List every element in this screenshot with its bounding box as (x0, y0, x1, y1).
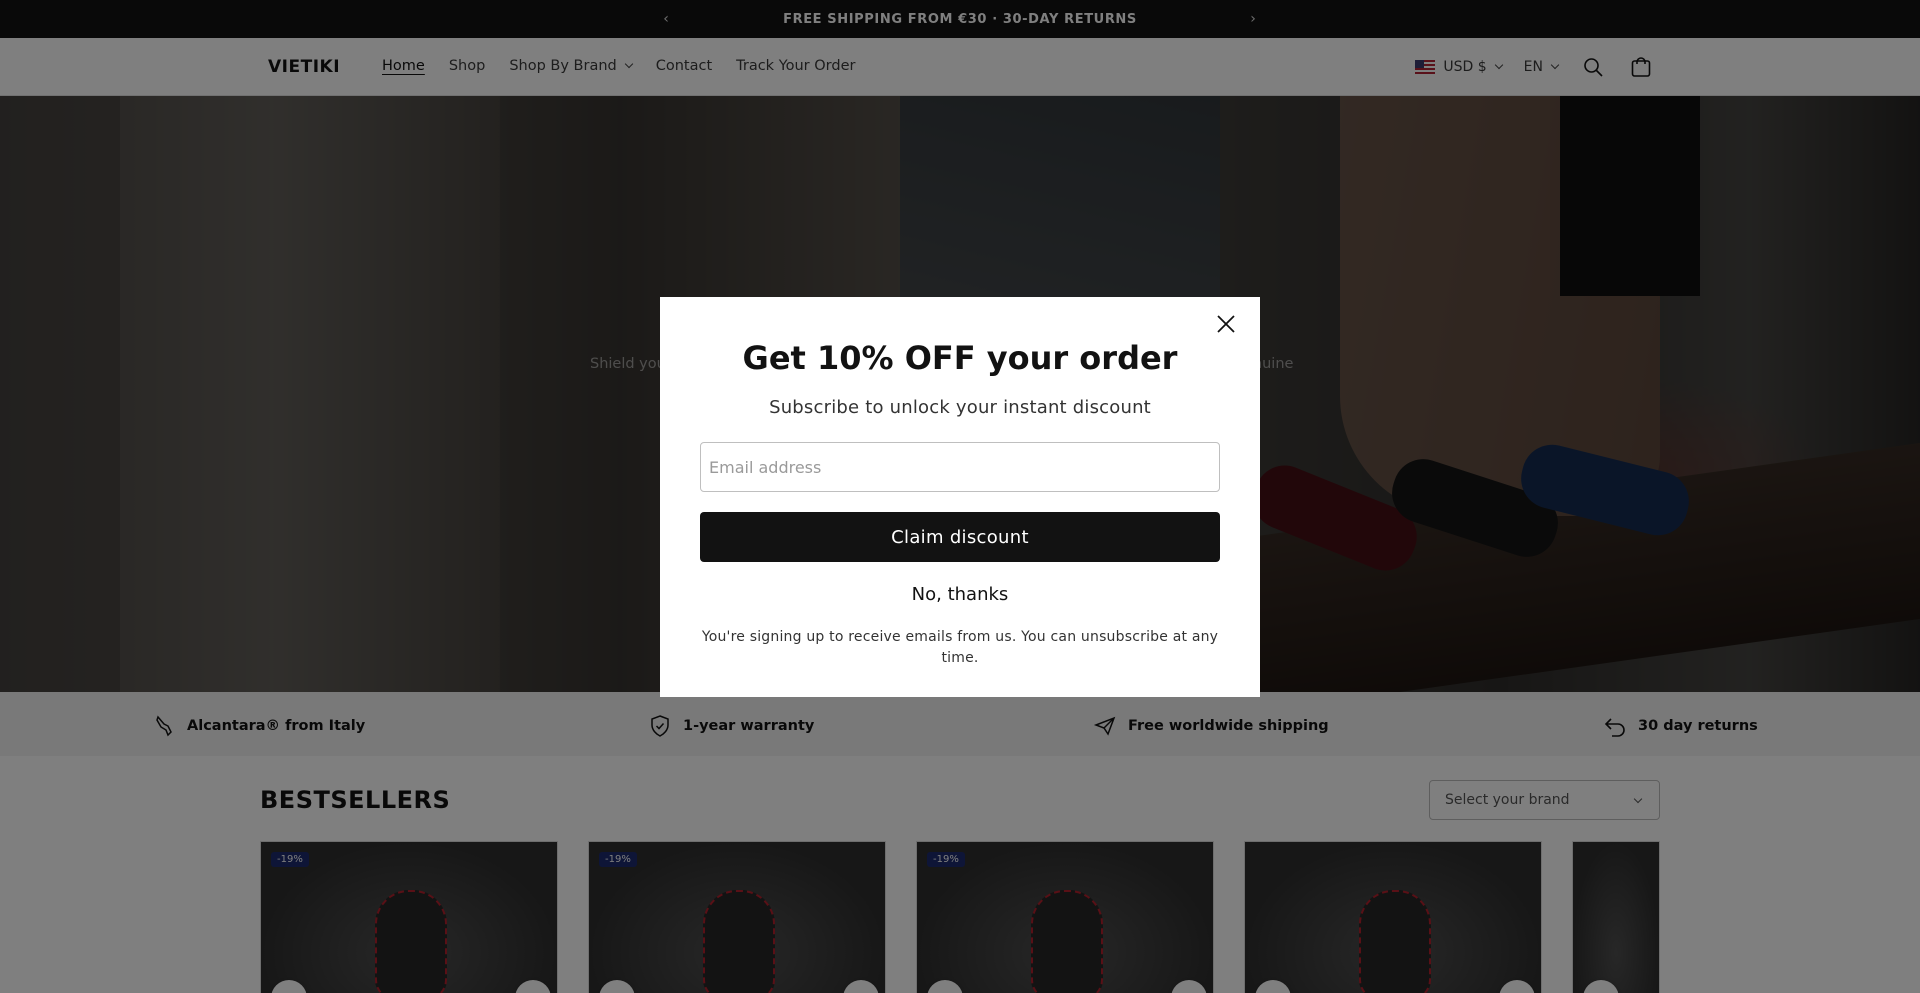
discount-badge: -19% (599, 852, 637, 867)
nav-shop-by-brand-label: Shop By Brand (509, 58, 617, 74)
popup-fine-print: You're signing up to receive emails from… (701, 629, 1219, 666)
product-card[interactable]: ‹ (1572, 841, 1660, 993)
feature-alcantara: Alcantara® from Italy (152, 714, 365, 738)
chevron-right-icon[interactable]: › (1171, 980, 1207, 993)
brand-select[interactable]: Select your brand (1429, 780, 1660, 820)
close-icon[interactable] (1212, 310, 1240, 338)
main-nav: Home Shop Shop By Brand Contact Track Yo… (382, 58, 855, 74)
feature-label: 30 day returns (1638, 718, 1758, 734)
chevron-left-icon[interactable]: ‹ (656, 9, 676, 29)
nav-contact[interactable]: Contact (656, 58, 712, 74)
language-selector[interactable]: EN (1524, 59, 1558, 75)
popup-subtitle: Subscribe to unlock your instant discoun… (769, 397, 1151, 418)
brand-select-label: Select your brand (1445, 792, 1570, 808)
chevron-left-icon[interactable]: ‹ (1255, 980, 1291, 993)
nav-shop-by-brand[interactable]: Shop By Brand (509, 58, 631, 74)
currency-selector[interactable]: USD $ (1415, 59, 1501, 75)
product-card[interactable]: -19% ‹ › (260, 841, 558, 993)
popup-title: Get 10% OFF your order (742, 339, 1178, 377)
chevron-left-icon[interactable]: ‹ (599, 980, 635, 993)
product-image (375, 890, 447, 993)
feature-warranty: 1-year warranty (648, 714, 814, 738)
product-card[interactable]: ‹ › (1244, 841, 1542, 993)
language-label: EN (1523, 59, 1543, 75)
currency-label: USD $ (1443, 59, 1487, 75)
shield-check-icon (651, 715, 669, 737)
search-icon[interactable] (1580, 54, 1606, 80)
product-card[interactable]: -19% ‹ › (916, 841, 1214, 993)
chevron-left-icon[interactable]: ‹ (271, 980, 307, 993)
return-arrow-icon (1604, 718, 1625, 737)
site-header: VIETIKI Home Shop Shop By Brand Contact … (0, 38, 1920, 96)
features-strip: Alcantara® from Italy 1-year warranty Fr… (0, 692, 1920, 756)
product-image (1031, 890, 1103, 993)
feature-label: 1-year warranty (683, 718, 815, 734)
product-card[interactable]: -19% ‹ › (588, 841, 886, 993)
cart-icon[interactable] (1628, 54, 1654, 80)
italy-boot-icon (156, 715, 172, 737)
discount-popup: Get 10% OFF your order Subscribe to unlo… (660, 297, 1260, 697)
claim-discount-button[interactable]: Claim discount (700, 512, 1220, 562)
chevron-right-icon[interactable]: › (515, 980, 551, 993)
discount-badge: -19% (927, 852, 965, 867)
header-actions: USD $ EN (1415, 54, 1654, 80)
bestsellers-section: BESTSELLERS Select your brand -19% ‹ › -… (0, 756, 1920, 993)
feature-label: Alcantara® from Italy (187, 718, 366, 734)
chevron-right-icon[interactable]: › (1499, 980, 1535, 993)
plane-icon (1093, 716, 1116, 736)
chevron-left-icon[interactable]: ‹ (1583, 980, 1619, 993)
nav-shop[interactable]: Shop (449, 58, 485, 74)
announcement-bar: ‹ FREE SHIPPING FROM €30 · 30-DAY RETURN… (0, 0, 1920, 38)
hero-text-left: Shield you (590, 356, 666, 372)
chevron-right-icon[interactable]: › (1243, 9, 1263, 29)
bestsellers-title: BESTSELLERS (260, 786, 451, 814)
product-image (703, 890, 775, 993)
no-thanks-button[interactable]: No, thanks (660, 584, 1260, 605)
feature-returns: 30 day returns (1603, 714, 1758, 738)
nav-track-order[interactable]: Track Your Order (736, 58, 855, 74)
us-flag-icon (1415, 60, 1436, 74)
nav-home[interactable]: Home (382, 58, 425, 74)
feature-shipping: Free worldwide shipping (1093, 714, 1329, 738)
announcement-text: FREE SHIPPING FROM €30 · 30-DAY RETURNS (783, 11, 1137, 27)
feature-label: Free worldwide shipping (1128, 718, 1329, 734)
store-logo[interactable]: VIETIKI (268, 57, 340, 77)
chevron-left-icon[interactable]: ‹ (927, 980, 963, 993)
chevron-right-icon[interactable]: › (843, 980, 879, 993)
discount-badge: -19% (271, 852, 309, 867)
email-field[interactable] (700, 442, 1220, 492)
product-image (1359, 890, 1431, 993)
